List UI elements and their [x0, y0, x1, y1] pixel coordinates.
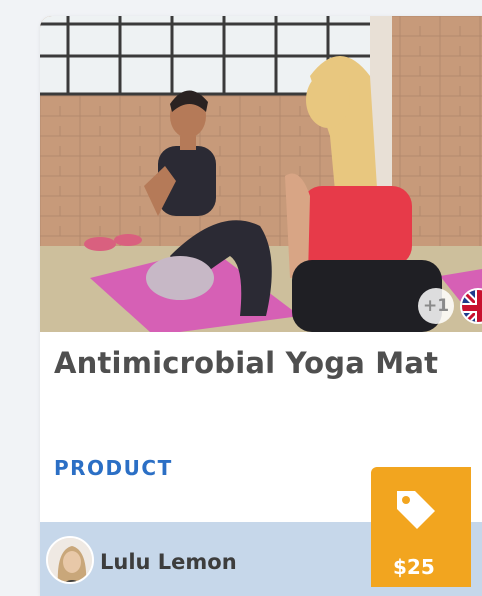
price-badge[interactable]: $25	[371, 467, 471, 587]
author-avatar[interactable]	[46, 536, 94, 584]
category-label: PRODUCT	[54, 456, 173, 480]
product-photo[interactable]: +1	[40, 16, 482, 332]
extra-count-badge: +1	[418, 288, 454, 324]
price-tag-icon	[393, 487, 439, 537]
price-value: $25	[393, 555, 435, 579]
product-title[interactable]: Antimicrobial Yoga Mat	[54, 346, 438, 380]
author-name[interactable]: Lulu Lemon	[100, 550, 237, 574]
